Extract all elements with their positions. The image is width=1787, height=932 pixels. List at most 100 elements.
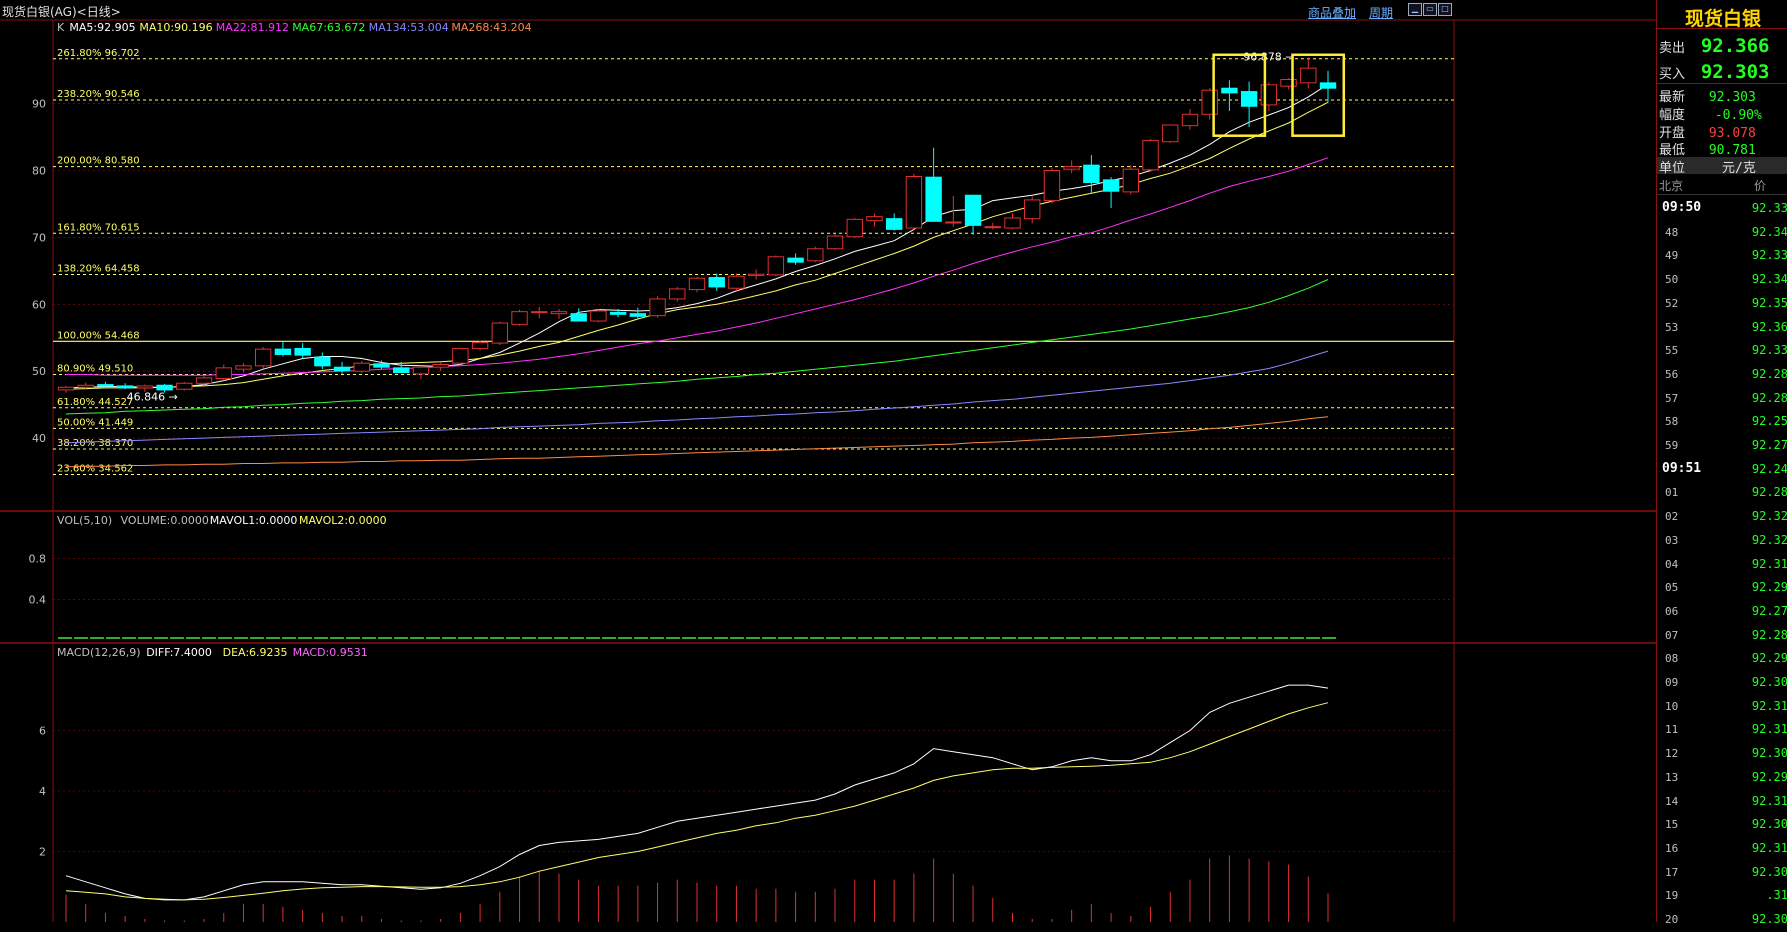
fib-level-label: 80.90% 49.510 [57,363,133,374]
volume-legend-item: MAVOL1:0.0000 [210,514,298,527]
candle-body [905,176,923,229]
candle-body [452,347,469,364]
highlight-box [1291,53,1346,137]
candle-body [885,218,903,230]
candle-body [708,277,725,288]
price-axis-tick: 70 [32,231,46,244]
tick-row: 17 92.30 [1657,861,1787,885]
candle-body [866,216,883,222]
candle-body [136,385,154,389]
tick-price: 92.31 [1751,793,1787,808]
tick-row: 52 92.35 [1657,292,1787,316]
candle-body [1102,179,1120,192]
tick-time: 53 [1665,320,1679,334]
tick-price: 92.31 [1751,556,1787,571]
tick-time: 59 [1665,439,1679,452]
tick-price: 92.25 [1751,414,1787,429]
candle-body [1221,87,1238,94]
tick-time: 13 [1665,770,1679,784]
tick-time: 11 [1665,723,1679,737]
macd-axis-tick: 4 [39,785,46,798]
tick-row: 49 92.33 [1657,244,1787,268]
candle-body [1162,124,1179,143]
candle-body [471,341,489,349]
candle-body [984,226,1001,229]
tick-row: 50 92.34 [1657,268,1787,292]
candle-body [1201,89,1218,115]
tick-price: 92.29 [1751,769,1787,784]
latest-value: 92.303 [1708,90,1756,105]
tick-time: 07 [1665,628,1679,642]
candle-body [393,367,410,374]
tick-row: 10 92.31 [1657,695,1787,719]
macd-axis-tick: 6 [39,725,46,738]
tick-time: 15 [1665,818,1679,832]
tick-time: 06 [1665,604,1679,618]
candle-body [1280,79,1297,87]
tick-row: 20 92.30 [1657,908,1787,932]
tick-row: 02 92.32 [1657,505,1787,529]
candle-body [531,311,548,314]
tick-time: 50 [1665,273,1679,287]
candle-body [807,248,824,262]
macd-legend-item: MACD(12,26,9) [57,646,141,659]
candle-body [215,367,232,380]
tick-row: 05 92.29 [1657,576,1787,600]
sell-label: 卖出 [1659,41,1686,56]
buy-row: 买入 92.303 [1659,61,1769,83]
candle-body [1319,82,1337,89]
unit-value: 元/克 [1722,161,1756,176]
candle-body [254,348,272,367]
low-value: 90.781 [1708,143,1756,158]
candle-body [1004,217,1021,229]
candle-body [925,176,942,222]
macd-dea-line [65,702,1329,901]
fib-level-label: 61.80% 44.527 [57,397,133,408]
change-label: 幅度 [1659,108,1686,123]
quote-panel: 现货白银 卖出 92.366 买入 92.303 最新 92.303 幅度 -0… [1656,0,1787,926]
candle-body [846,218,863,238]
candle-body [1024,199,1041,220]
volume-axis-tick: 0.8 [29,553,47,566]
price-axis-tick: 90 [32,98,46,111]
candle-body [116,385,134,389]
candle-body [511,311,528,325]
tick-price: 92.30 [1751,864,1787,879]
city-label: 北京 [1659,179,1684,193]
candle-body [550,311,568,315]
tick-time: 04 [1665,557,1679,571]
ma-legend-item: MA268:43.204 [451,21,531,34]
volume-legend-item: MAVOL2:0.0000 [299,514,387,527]
fib-level-label: 161.80% 70.615 [57,222,140,233]
tick-price: 92.34 [1751,224,1787,239]
buy-value: 92.303 [1700,61,1770,83]
tick-price: 92.33 [1751,201,1787,215]
volume-legend-item: VOL(5,10) [57,514,112,527]
tick-price: 92.30 [1751,746,1787,761]
fib-level-label: 200.00% 80.580 [57,156,140,167]
tick-time: 12 [1665,747,1679,761]
ma-legend-item: K [57,21,65,34]
tick-row: 14 92.31 [1657,790,1787,814]
candle-body [688,277,706,291]
volume-legend-item: VOLUME:0.0000 [121,514,209,527]
candle-body [728,275,745,289]
fib-level-label: 138.20% 64.458 [57,263,140,274]
candle-body [314,356,331,367]
candle-body [1142,139,1159,171]
tick-row: 15 92.30 [1657,813,1787,837]
tick-row: 55 92.33 [1657,339,1787,363]
candle-body [294,347,311,356]
low-label: 最低 [1659,143,1686,158]
latest-label: 最新 [1659,90,1686,105]
price-axis-tick: 80 [32,164,46,177]
ma-legend-item: MA10:90.196 [139,21,212,34]
macd-diff-line [65,684,1329,901]
sell-row: 卖出 92.366 [1659,35,1769,57]
candle-body [373,363,390,368]
tick-price: 92.32 [1751,532,1787,547]
quote-title: 现货白银 [1685,8,1762,30]
kline-chart[interactable]: 40 50 60 70 80 90 261.80% 96.702 238.20% 90.546… [0,0,1656,922]
low-price-annotation: 46.846 → [127,391,178,404]
tick-time: 55 [1665,344,1679,358]
